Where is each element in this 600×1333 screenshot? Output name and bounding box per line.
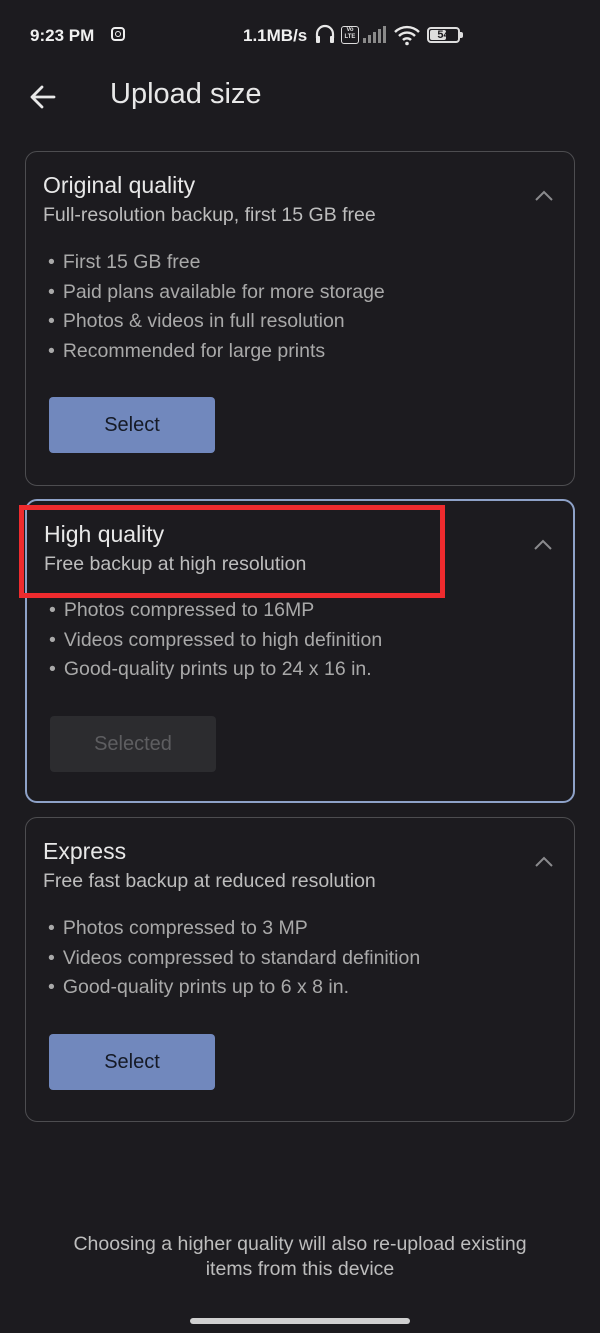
headset-icon	[315, 24, 335, 43]
network-speed: 1.1MB/s	[243, 26, 308, 45]
list-item: First 15 GB free	[48, 248, 385, 278]
option-title: Express	[43, 838, 127, 864]
footer-note-line: Choosing a higher quality will also re-u…	[73, 1233, 527, 1255]
option-card-express[interactable]: Express Free fast backup at reduced reso…	[25, 817, 575, 1122]
home-indicator[interactable]	[190, 1318, 410, 1324]
feature-list: Photos compressed to 3 MP Videos compres…	[48, 914, 420, 1003]
page-title: Upload size	[110, 78, 262, 110]
feature-list: First 15 GB free Paid plans available fo…	[48, 248, 385, 366]
footer-note: Choosing a higher quality will also re-u…	[40, 1232, 560, 1282]
option-title: Original quality	[43, 172, 196, 198]
chevron-up-icon[interactable]	[534, 190, 554, 202]
chevron-up-icon[interactable]	[534, 856, 554, 868]
list-item: Good-quality prints up to 24 x 16 in.	[49, 655, 382, 685]
signal-icon	[363, 26, 386, 43]
list-item: Recommended for large prints	[48, 337, 385, 367]
list-item: Photos & videos in full resolution	[48, 307, 385, 337]
feature-list: Photos compressed to 16MP Videos compres…	[49, 596, 382, 685]
list-item: Videos compressed to standard definition	[48, 944, 420, 974]
option-subtitle: Full-resolution backup, first 15 GB free	[43, 204, 376, 226]
select-button[interactable]: Select	[49, 397, 215, 453]
battery-icon: 54	[427, 27, 463, 43]
option-subtitle: Free fast backup at reduced resolution	[43, 870, 376, 892]
footer-note-line: items from this device	[205, 1258, 395, 1280]
list-item: Photos compressed to 3 MP	[48, 914, 420, 944]
option-card-original-quality[interactable]: Original quality Full-resolution backup,…	[25, 151, 575, 486]
list-item: Videos compressed to high definition	[49, 626, 382, 656]
list-item: Paid plans available for more storage	[48, 278, 385, 308]
select-button[interactable]: Select	[49, 1034, 215, 1090]
wifi-icon	[394, 25, 420, 46]
volte-icon: Vo LTE	[341, 26, 359, 44]
arrow-left-icon[interactable]	[24, 78, 62, 116]
battery-level: 54	[437, 29, 450, 41]
list-item: Good-quality prints up to 6 x 8 in.	[48, 973, 420, 1003]
chevron-up-icon[interactable]	[533, 539, 553, 551]
list-item: Photos compressed to 16MP	[49, 596, 382, 626]
selected-button: Selected	[50, 716, 216, 772]
instagram-icon	[111, 27, 125, 41]
status-time: 9:23 PM	[30, 26, 95, 45]
status-bar: 9:23 PM 1.1MB/s Vo LTE 54	[0, 0, 600, 70]
highlight-annotation-box	[19, 505, 445, 598]
